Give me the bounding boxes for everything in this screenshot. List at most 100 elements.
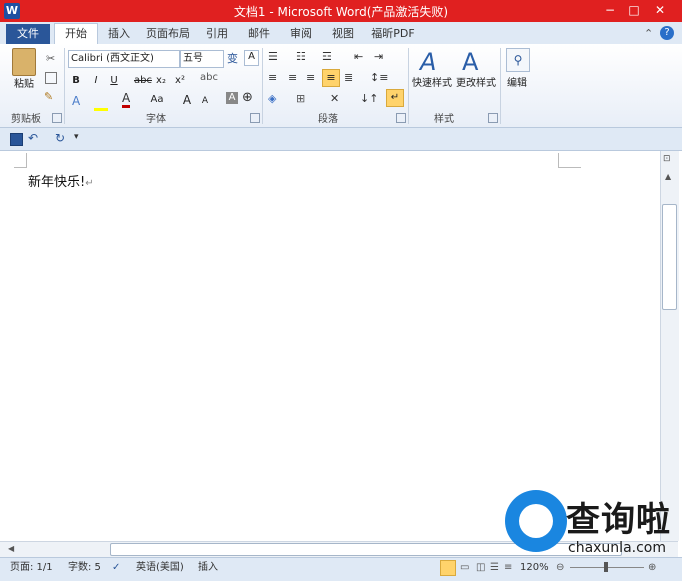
document-page[interactable] <box>0 151 660 541</box>
bullets-icon[interactable]: ☰ <box>268 50 278 63</box>
tab-foxit-pdf[interactable]: 福昕PDF <box>366 26 420 44</box>
scroll-left-icon[interactable]: ◀ <box>8 544 14 553</box>
tab-insert[interactable]: 插入 <box>102 26 136 44</box>
asian-layout-icon[interactable]: ✕ <box>330 92 339 105</box>
font-group-label: 字体 <box>146 114 166 125</box>
draft-view-icon[interactable]: ≡ <box>504 560 512 576</box>
zoom-slider-thumb[interactable] <box>604 562 608 572</box>
strikethrough-button[interactable]: abc <box>134 72 152 90</box>
phonetic-guide-icon[interactable]: 变 <box>227 50 238 66</box>
styles-launcher-icon[interactable] <box>488 113 498 123</box>
document-body-text[interactable]: 新年快乐! <box>28 175 85 190</box>
cut-icon[interactable]: ✂ <box>46 52 55 65</box>
tab-mailings[interactable]: 邮件 <box>242 26 276 44</box>
zoom-in-icon[interactable]: ⊕ <box>648 560 656 576</box>
character-shading-icon[interactable]: A <box>226 92 238 104</box>
tab-file[interactable]: 文件 <box>6 24 50 44</box>
redo-icon[interactable]: ↻ <box>55 131 65 145</box>
highlight-icon[interactable] <box>94 92 108 111</box>
sort-icon[interactable]: ↓↑ <box>360 92 378 105</box>
borders-icon[interactable]: ⊞ <box>296 92 305 105</box>
watermark-title: 查询啦 <box>566 500 671 540</box>
font-name-select[interactable]: Calibri (西文正文) <box>68 50 180 68</box>
distributed-icon[interactable]: ≣ <box>344 71 353 84</box>
change-case-button[interactable]: Aa <box>148 91 166 109</box>
collapse-ribbon-icon[interactable]: ⌃ <box>644 27 653 40</box>
multilevel-list-icon[interactable]: ☲ <box>322 50 332 63</box>
tab-home[interactable]: 开始 <box>54 23 98 45</box>
copy-icon[interactable] <box>45 72 57 84</box>
zoom-out-icon[interactable]: ⊖ <box>556 560 564 576</box>
undo-icon[interactable]: ↶ <box>28 131 38 145</box>
numbering-icon[interactable]: ☷ <box>296 50 306 63</box>
quick-styles-button[interactable]: 快速样式 <box>410 75 454 93</box>
web-layout-view-icon[interactable]: ◫ <box>476 560 485 576</box>
watermark-url: chaxunla.com <box>568 540 666 556</box>
clear-formatting-icon[interactable]: abc <box>200 72 218 83</box>
grow-font-button[interactable]: A <box>182 91 192 109</box>
margin-corner-mark <box>14 153 27 168</box>
text-effects-icon[interactable]: A <box>72 94 80 108</box>
font-size-select[interactable]: 五号 <box>180 50 224 68</box>
paste-button[interactable]: 粘贴 <box>10 76 38 94</box>
outline-view-icon[interactable]: ☰ <box>490 560 499 576</box>
paragraph-mark: ↵ <box>85 178 94 189</box>
underline-button[interactable]: U <box>108 72 120 90</box>
paste-icon[interactable] <box>12 48 36 76</box>
group-divider <box>408 48 409 124</box>
subscript-button[interactable]: x₂ <box>155 72 167 90</box>
show-marks-icon[interactable]: ↵ <box>386 89 404 107</box>
group-divider <box>262 48 263 124</box>
page-count[interactable]: 页面: 1/1 <box>10 560 53 576</box>
quick-access-toolbar <box>0 128 682 151</box>
tab-references[interactable]: 引用 <box>200 26 234 44</box>
tab-review[interactable]: 审阅 <box>284 26 318 44</box>
increase-indent-icon[interactable]: ⇥ <box>374 50 383 63</box>
vertical-scroll-thumb[interactable] <box>662 204 677 310</box>
font-launcher-icon[interactable] <box>250 113 260 123</box>
close-button[interactable]: ✕ <box>650 2 670 18</box>
styles-group-label: 样式 <box>434 114 454 125</box>
minimize-button[interactable]: − <box>600 2 620 18</box>
italic-button[interactable]: I <box>90 72 102 90</box>
format-painter-icon[interactable]: ✎ <box>44 90 53 103</box>
proofing-icon[interactable]: ✓ <box>112 560 120 576</box>
customize-qat-icon[interactable]: ▾ <box>74 132 79 142</box>
shrink-font-button[interactable]: A <box>200 92 210 110</box>
change-styles-button[interactable]: 更改样式 <box>454 75 498 93</box>
clipboard-launcher-icon[interactable] <box>52 113 62 123</box>
scroll-up-icon[interactable]: ▲ <box>665 172 671 181</box>
word-count[interactable]: 字数: 5 <box>68 560 101 576</box>
line-spacing-icon[interactable]: ↕≡ <box>370 71 388 84</box>
find-icon[interactable]: ⚲ <box>506 48 530 72</box>
enclose-characters-icon[interactable]: ⊕ <box>242 90 253 105</box>
align-left-icon[interactable]: ≡ <box>268 71 277 84</box>
decrease-indent-icon[interactable]: ⇤ <box>354 50 363 63</box>
tab-page-layout[interactable]: 页面布局 <box>142 26 194 44</box>
full-screen-view-icon[interactable]: ▭ <box>460 560 469 576</box>
print-layout-view-icon[interactable] <box>440 560 456 576</box>
language-indicator[interactable]: 英语(美国) <box>136 560 184 576</box>
document-text[interactable]: 新年快乐!↵ <box>28 171 94 190</box>
bold-button[interactable]: B <box>70 72 82 90</box>
quick-styles-icon[interactable]: A <box>420 48 436 76</box>
character-border-icon[interactable]: A <box>244 50 259 66</box>
shading-icon[interactable]: ◈ <box>268 92 276 105</box>
insert-mode-indicator[interactable]: 插入 <box>198 560 218 576</box>
font-color-icon[interactable]: A <box>122 92 131 108</box>
editing-button[interactable]: 编辑 <box>504 75 530 93</box>
tab-view[interactable]: 视图 <box>326 26 360 44</box>
zoom-level[interactable]: 120% <box>520 560 549 576</box>
justify-icon[interactable]: ≡ <box>322 69 340 87</box>
maximize-button[interactable]: □ <box>624 2 644 18</box>
align-center-icon[interactable]: ≡ <box>288 71 297 84</box>
superscript-button[interactable]: x² <box>174 72 186 90</box>
save-icon[interactable] <box>10 133 23 146</box>
paragraph-launcher-icon[interactable] <box>396 113 406 123</box>
ruler-toggle-icon[interactable]: ⊡ <box>663 154 671 164</box>
help-icon[interactable]: ? <box>660 26 674 40</box>
margin-corner-mark <box>558 153 581 168</box>
align-right-icon[interactable]: ≡ <box>306 71 315 84</box>
change-styles-icon[interactable]: A <box>462 48 478 76</box>
clipboard-group-label: 剪贴板 <box>11 114 41 125</box>
